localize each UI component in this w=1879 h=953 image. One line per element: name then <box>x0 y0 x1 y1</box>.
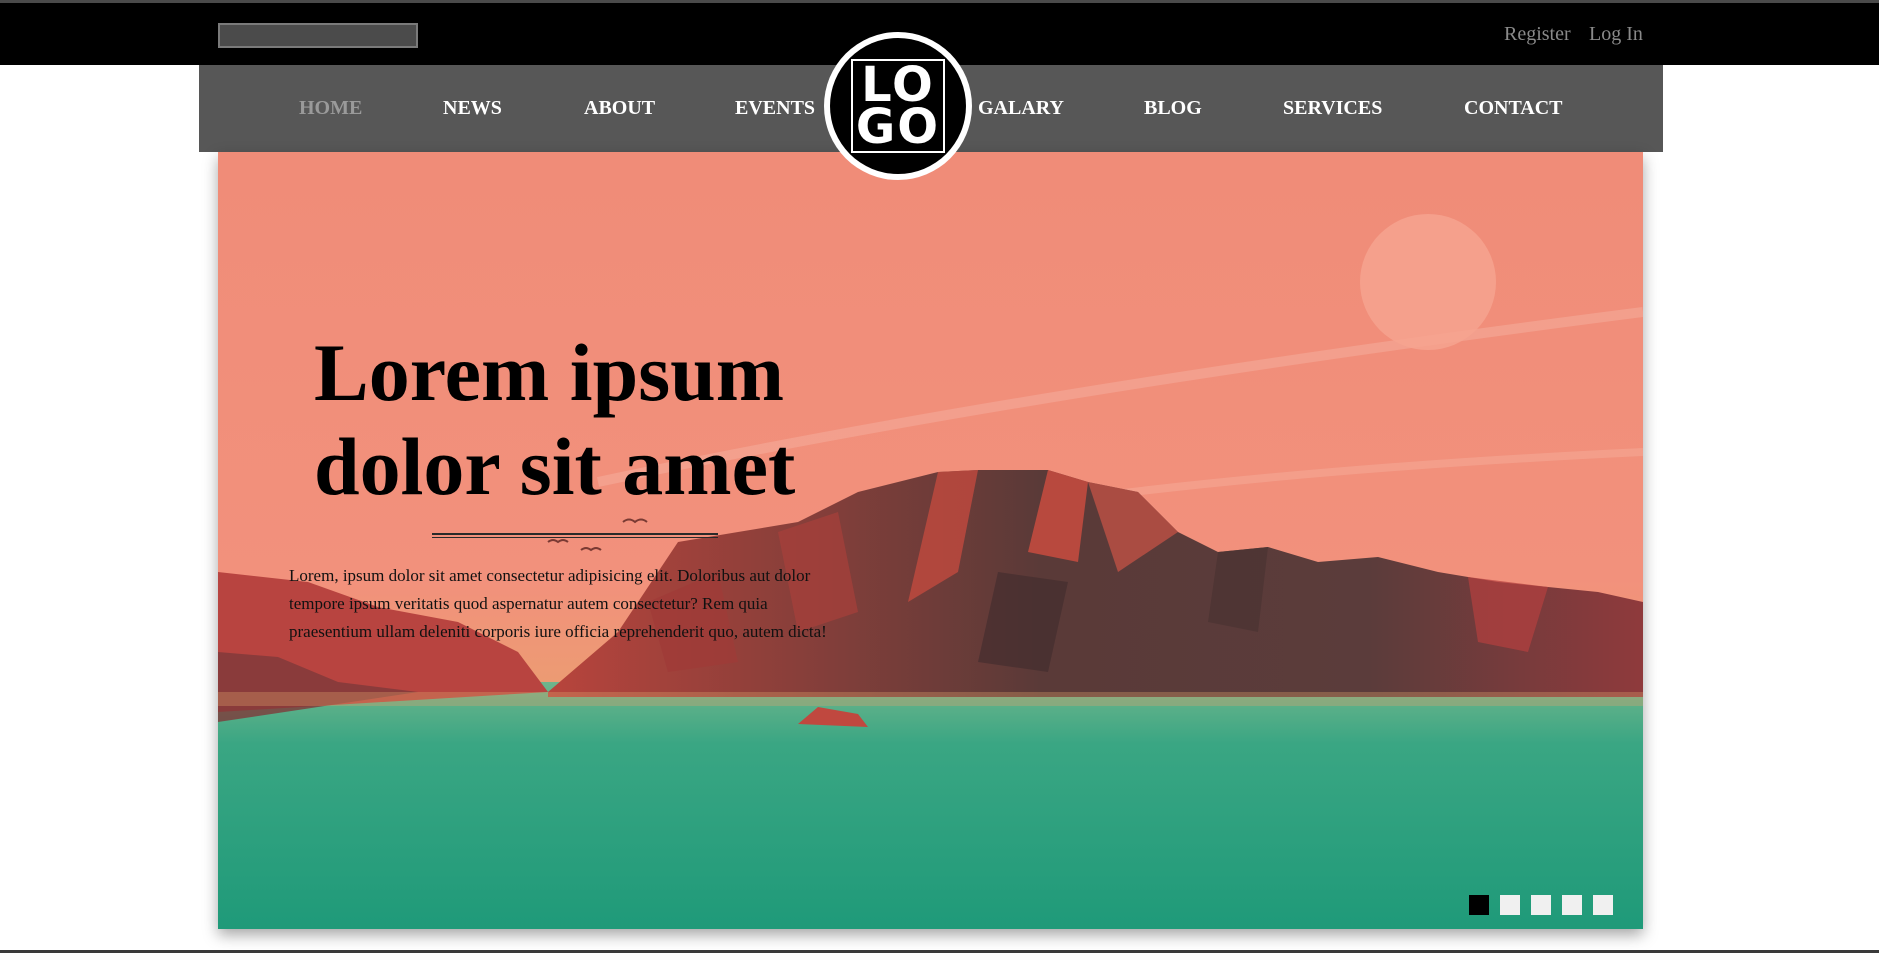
hero-landscape-image <box>218 152 1643 929</box>
nav-about[interactable]: ABOUT <box>584 65 655 152</box>
hero-title: Lorem ipsum dolor sit amet <box>314 326 914 514</box>
logo[interactable]: LO GO <box>824 32 972 180</box>
hero-body-text: Lorem, ipsum dolor sit amet consectetur … <box>289 566 827 641</box>
nav-galary[interactable]: GALARY <box>978 65 1064 152</box>
slider-dot-5[interactable] <box>1593 895 1613 915</box>
slider-dot-1[interactable] <box>1469 895 1489 915</box>
nav-events[interactable]: EVENTS <box>735 65 815 152</box>
slider-dot-2[interactable] <box>1500 895 1520 915</box>
nav-contact[interactable]: CONTACT <box>1464 65 1563 152</box>
slider-pagination <box>1469 895 1613 915</box>
slider-dot-4[interactable] <box>1562 895 1582 915</box>
slider-dot-3[interactable] <box>1531 895 1551 915</box>
search-input[interactable] <box>218 23 418 48</box>
hero-title-line2: dolor sit amet <box>314 421 796 512</box>
nav-blog[interactable]: BLOG <box>1144 65 1202 152</box>
nav-services[interactable]: SERVICES <box>1283 65 1382 152</box>
logo-text-line2: GO <box>855 99 941 155</box>
logo-text: LO GO <box>824 32 972 180</box>
hero-slider: Lorem ipsum dolor sit amet Lorem, ipsum … <box>218 152 1643 929</box>
hero-divider <box>432 533 718 538</box>
nav-news[interactable]: NEWS <box>443 65 502 152</box>
nav-home[interactable]: HOME <box>299 65 362 152</box>
login-link[interactable]: Log In <box>1589 23 1643 46</box>
hero-title-line1: Lorem ipsum <box>314 327 785 418</box>
register-link[interactable]: Register <box>1504 23 1571 46</box>
